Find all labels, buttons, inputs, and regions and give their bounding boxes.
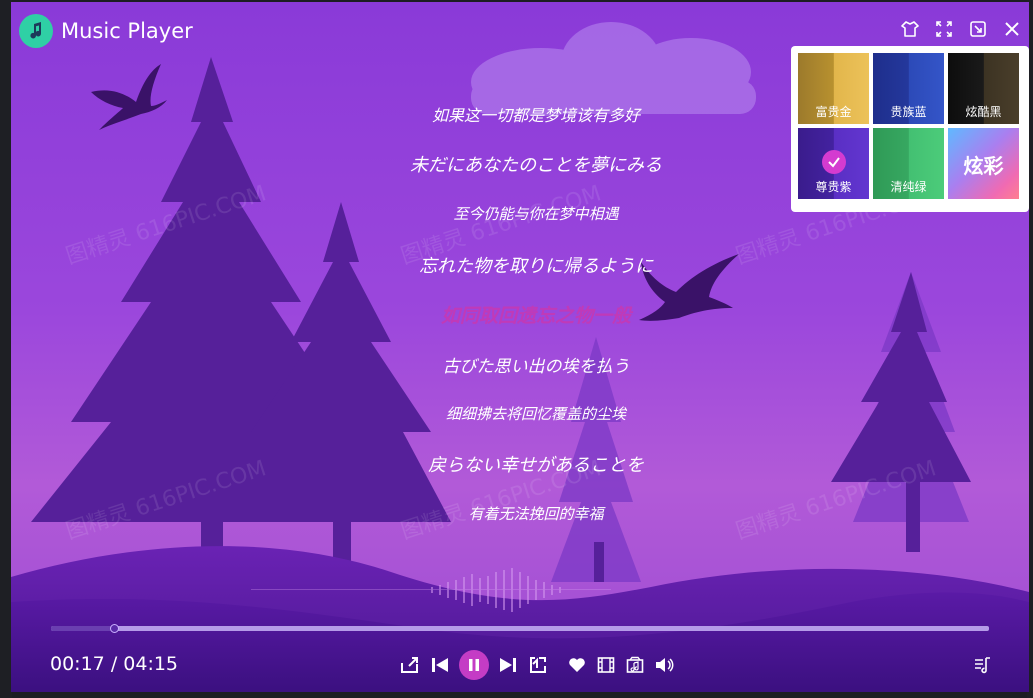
check-icon [822,150,846,174]
app-header: Music Player [19,14,193,48]
speaker-icon [656,658,674,672]
time-display: 00:17 / 04:15 [50,653,178,675]
favorite-button[interactable] [567,652,587,678]
expand-icon [936,21,952,37]
lyric-line: 细细拂去将回忆覆盖的尘埃 [445,405,626,423]
lyric-line: 如果这一切都是梦境该有多好 [431,106,640,125]
close-icon [1005,22,1019,36]
playlist-icon [975,657,990,674]
skip-previous-icon [432,658,448,672]
previous-button[interactable] [429,650,451,680]
lyric-line: 至今仍能与你在梦中相遇 [453,205,619,223]
tshirt-icon [901,21,919,37]
playback-controls [399,650,549,680]
fullscreen-button[interactable] [933,18,955,40]
extra-controls [567,652,674,678]
skip-next-icon [500,658,516,672]
loop-button[interactable] [527,650,549,680]
window-controls [899,18,1023,40]
close-button[interactable] [1001,18,1023,40]
next-button[interactable] [497,650,519,680]
lyric-line: 古びた思い出の埃を払う [442,357,630,377]
lyrics-display-button[interactable] [625,652,645,678]
skin-option-green[interactable]: 清纯绿 [873,128,944,199]
progress-bar[interactable] [51,624,989,633]
skin-label: 清纯绿 [890,180,927,194]
film-icon [597,657,615,673]
progress-fill [51,626,114,631]
skin-option-black[interactable]: 炫酷黑 [948,53,1019,124]
minimize-button[interactable] [967,18,989,40]
pause-button[interactable] [459,650,489,680]
current-time: 00:17 [50,653,105,675]
lyric-line: 忘れた物を取りに帰るように [419,256,653,277]
total-time: 04:15 [123,653,179,675]
volume-button[interactable] [654,652,674,678]
mv-button[interactable] [596,652,616,678]
heart-icon [569,658,585,672]
repeat-mode-button[interactable] [399,650,421,680]
music-player-window: 图精灵 616PIC.COM 图精灵 616PIC.COM 图精灵 616PIC… [11,2,1029,692]
skin-label: 炫彩 [963,154,1004,178]
music-note-icon [19,14,53,48]
skin-panel: 富贵金 贵族蓝 炫酷黑 尊贵紫 清纯绿 炫彩 [791,46,1029,212]
skin-grid: 富贵金 贵族蓝 炫酷黑 尊贵紫 清纯绿 炫彩 [798,53,1022,199]
lyric-line: 未だにあなたのことを夢にみる [410,155,662,176]
skin-button[interactable] [899,18,921,40]
skin-option-color[interactable]: 炫彩 [948,128,1019,199]
skin-option-blue[interactable]: 贵族蓝 [873,53,944,124]
current-lyric-line: 如同取回遗忘之物一般 [440,305,631,327]
loop-icon [530,657,546,673]
skin-label: 炫酷黑 [965,105,1002,119]
skin-label: 尊贵紫 [815,180,852,194]
progress-handle[interactable] [109,624,119,633]
repeat-icon [401,657,418,673]
bird-left [91,64,167,130]
playlist-button[interactable] [973,652,993,678]
lyric-line: 戻らない幸せがあることを [428,455,644,476]
app-title: Music Player [61,19,193,43]
time-separator: / [110,653,118,675]
music-box-icon [626,656,644,673]
pause-icon [469,659,479,671]
skin-label: 贵族蓝 [890,105,927,119]
mini-window-icon [970,21,986,37]
lyric-line: 有着无法挽回的幸福 [468,505,604,523]
